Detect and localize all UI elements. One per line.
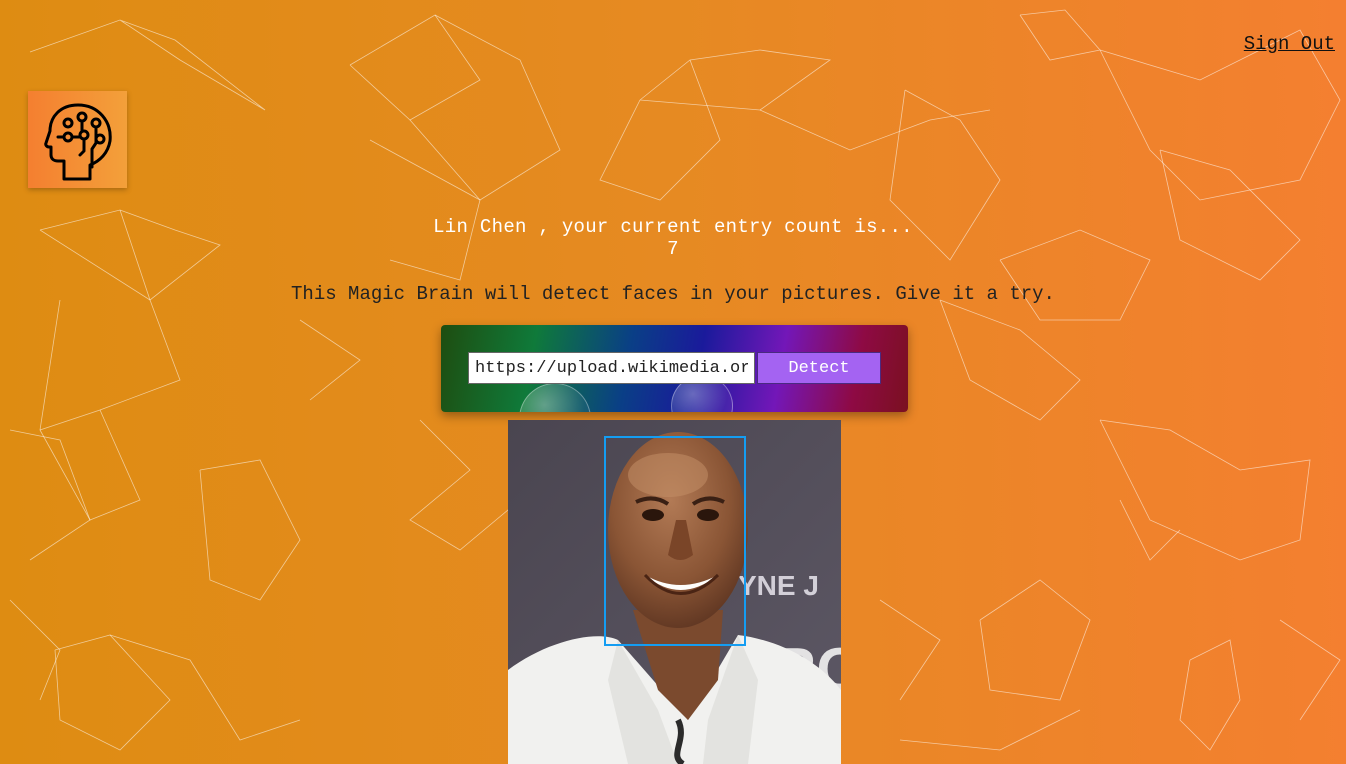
- brain-head-icon: [43, 103, 112, 180]
- detect-button[interactable]: Detect: [757, 352, 881, 384]
- face-bounding-box: [604, 436, 746, 646]
- logo-tile: [28, 91, 127, 188]
- intro-text: This Magic Brain will detect faces in yo…: [291, 283, 1055, 305]
- rank-message: Lin Chen , your current entry count is..…: [433, 216, 913, 238]
- image-link-form: Detect: [441, 325, 908, 412]
- decorative-bubble: [519, 383, 591, 412]
- sign-out-link[interactable]: Sign Out: [1244, 33, 1335, 55]
- entry-count: 7: [667, 238, 679, 260]
- svg-text:YNE J: YNE J: [738, 570, 819, 601]
- face-image: YNE J RO: [508, 420, 841, 764]
- image-url-input[interactable]: [468, 352, 755, 384]
